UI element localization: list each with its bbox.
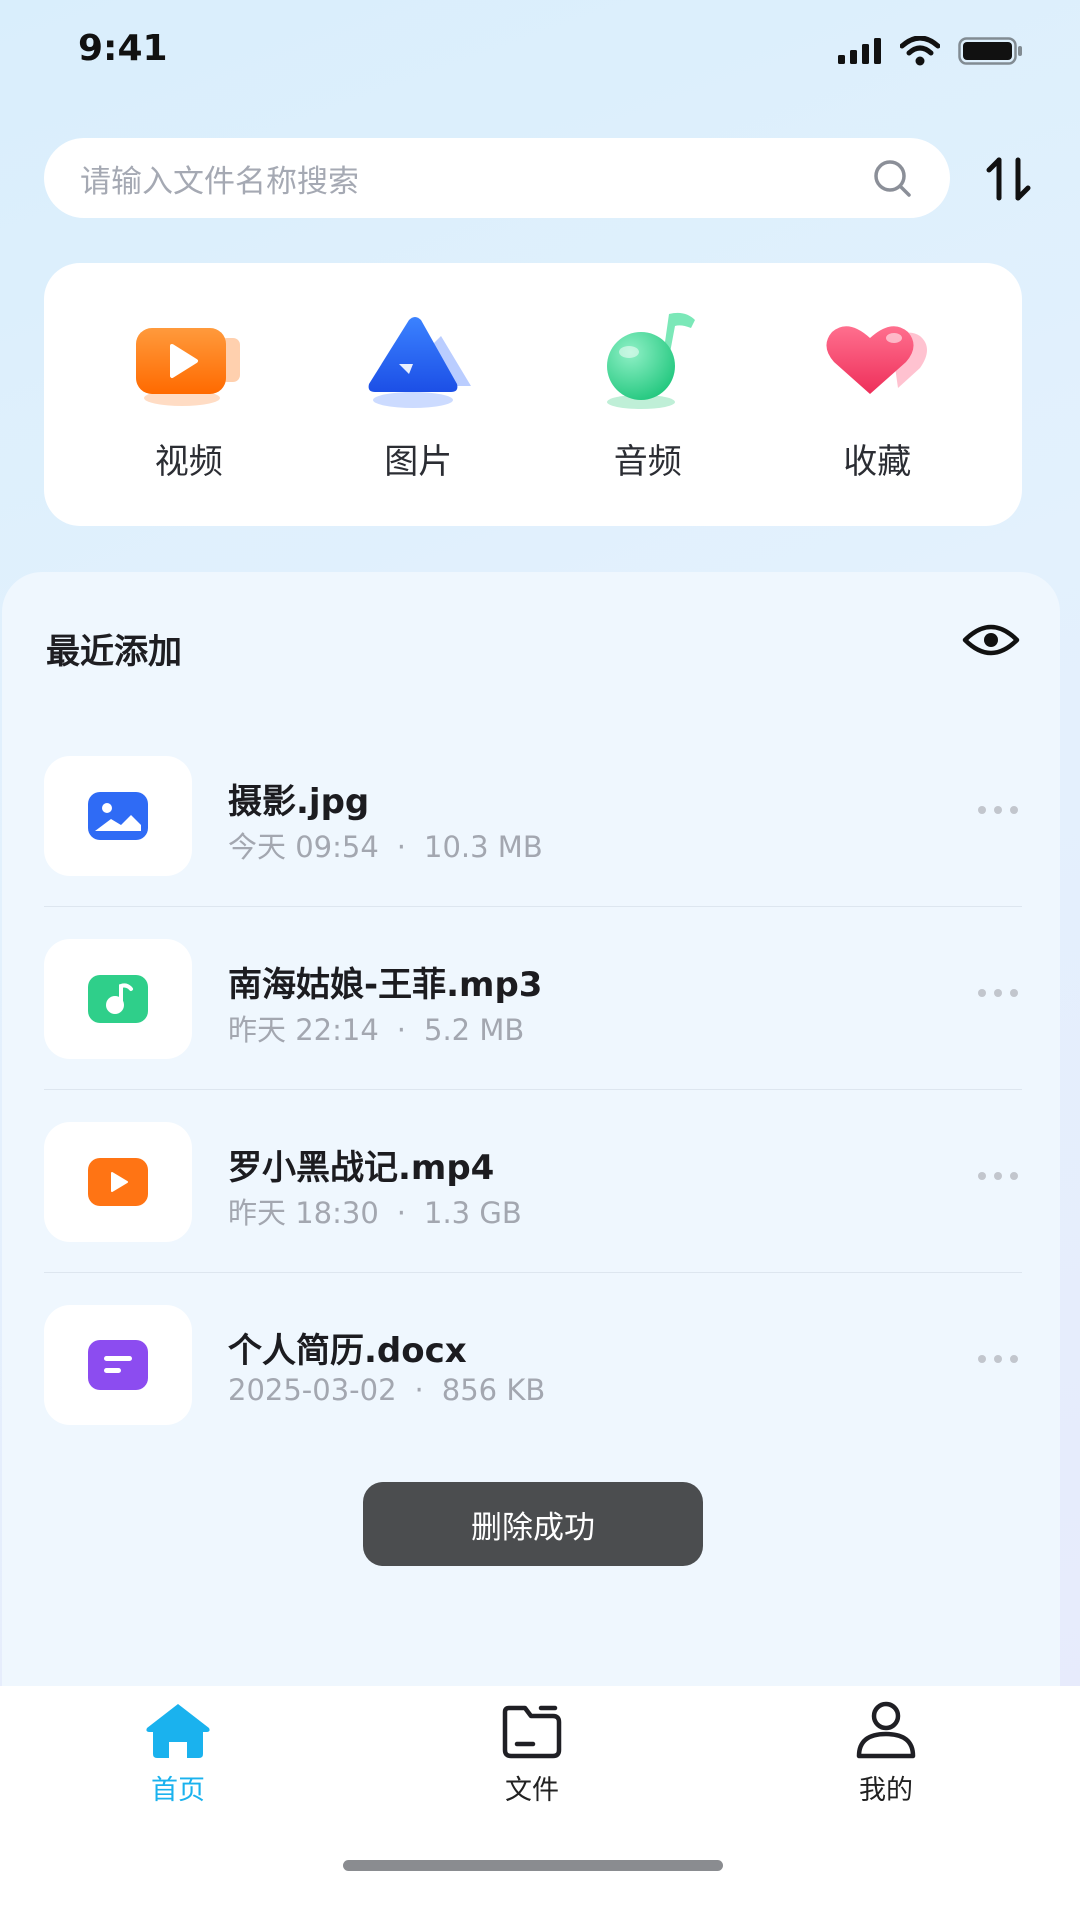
nav-item-home[interactable]: 首页 [98,1700,258,1807]
category-label: 图片 [384,442,453,482]
more-icon[interactable] [976,987,1020,999]
audio-icon [606,312,695,409]
category-label: 视频 [154,442,223,482]
heart-icon [826,326,928,394]
document-file-icon [88,1340,148,1390]
status-bar: 9:41 [0,0,1080,110]
file-thumb [44,1122,192,1242]
category-image[interactable]: 图片 [333,306,503,483]
image-file-icon [88,792,148,840]
file-thumb [44,756,192,876]
nav-label: 文件 [505,1775,559,1806]
category-card: 视频 图片 音频 收藏 [44,263,1022,526]
more-icon[interactable] [976,1170,1020,1182]
nav-label: 我的 [859,1775,913,1806]
nav-item-profile[interactable]: 我的 [806,1700,966,1807]
audio-file-icon [88,975,148,1023]
file-thumb [44,1305,192,1425]
meta-separator: · [396,1013,407,1047]
folder-icon [502,1705,562,1759]
category-video[interactable]: 视频 [104,306,274,483]
category-label: 音频 [613,442,682,482]
eye-icon[interactable] [962,620,1020,660]
file-row[interactable]: 南海姑娘-王菲.mp3 昨天 22:14 · 5.2 MB [44,907,1022,1090]
video-icon [135,328,240,406]
file-name: 罗小黑战记.mp4 [228,1148,495,1188]
home-icon [146,1704,210,1758]
status-icons [838,36,1024,66]
file-time: 昨天 22:14 [228,1013,379,1047]
home-indicator [343,1860,723,1871]
file-time: 2025-03-02 [228,1373,397,1407]
signal-icon [838,38,881,64]
file-thumb [44,939,192,1059]
section-title: 最近添加 [46,632,182,672]
sort-icon[interactable] [982,152,1036,206]
file-row[interactable]: 个人简历.docx 2025-03-02 · 856 KB [44,1273,1022,1456]
category-favorites[interactable]: 收藏 [792,306,962,483]
search-row: 请输入文件名称搜索 [44,138,1036,218]
more-icon[interactable] [976,804,1020,816]
file-size: 10.3 MB [424,830,543,864]
file-name: 南海姑娘-王菲.mp3 [228,965,543,1005]
nav-label: 首页 [151,1775,205,1806]
file-list: 摄影.jpg 今天 09:54 · 10.3 MB 南海姑娘-王菲.mp3 昨天 2… [44,724,1022,1456]
more-icon[interactable] [976,1353,1020,1365]
category-label: 收藏 [843,442,912,482]
file-meta: 昨天 22:14 · 5.2 MB [228,1007,524,1049]
meta-separator: · [396,1196,407,1230]
bottom-nav: 首页 文件 我的 [0,1686,1080,1920]
file-name: 个人简历.docx [228,1331,467,1371]
file-size: 856 KB [441,1373,546,1407]
battery-icon [958,37,1022,65]
toast-message: 删除成功 [363,1482,703,1566]
nav-item-files[interactable]: 文件 [452,1700,612,1807]
meta-separator: · [414,1373,424,1407]
search-input[interactable]: 请输入文件名称搜索 [44,138,950,218]
file-time: 昨天 18:30 [228,1196,379,1230]
search-placeholder: 请输入文件名称搜索 [80,163,359,200]
file-row[interactable]: 罗小黑战记.mp4 昨天 18:30 · 1.3 GB [44,1090,1022,1273]
file-size: 5.2 MB [424,1013,525,1047]
category-audio[interactable]: 音频 [563,306,733,483]
file-meta: 昨天 18:30 · 1.3 GB [228,1190,522,1232]
file-row[interactable]: 摄影.jpg 今天 09:54 · 10.3 MB [44,724,1022,907]
wifi-icon [900,36,940,66]
file-meta: 2025-03-02 · 856 KB [228,1373,545,1407]
search-icon[interactable] [870,156,914,200]
file-name: 摄影.jpg [228,782,370,822]
meta-separator: · [396,830,407,864]
file-meta: 今天 09:54 · 10.3 MB [228,824,543,866]
user-icon [856,1701,916,1759]
file-size: 1.3 GB [424,1196,522,1230]
image-icon [368,317,472,408]
status-time: 9:41 [78,28,168,69]
file-time: 今天 09:54 [228,830,379,864]
video-file-icon [88,1158,148,1206]
